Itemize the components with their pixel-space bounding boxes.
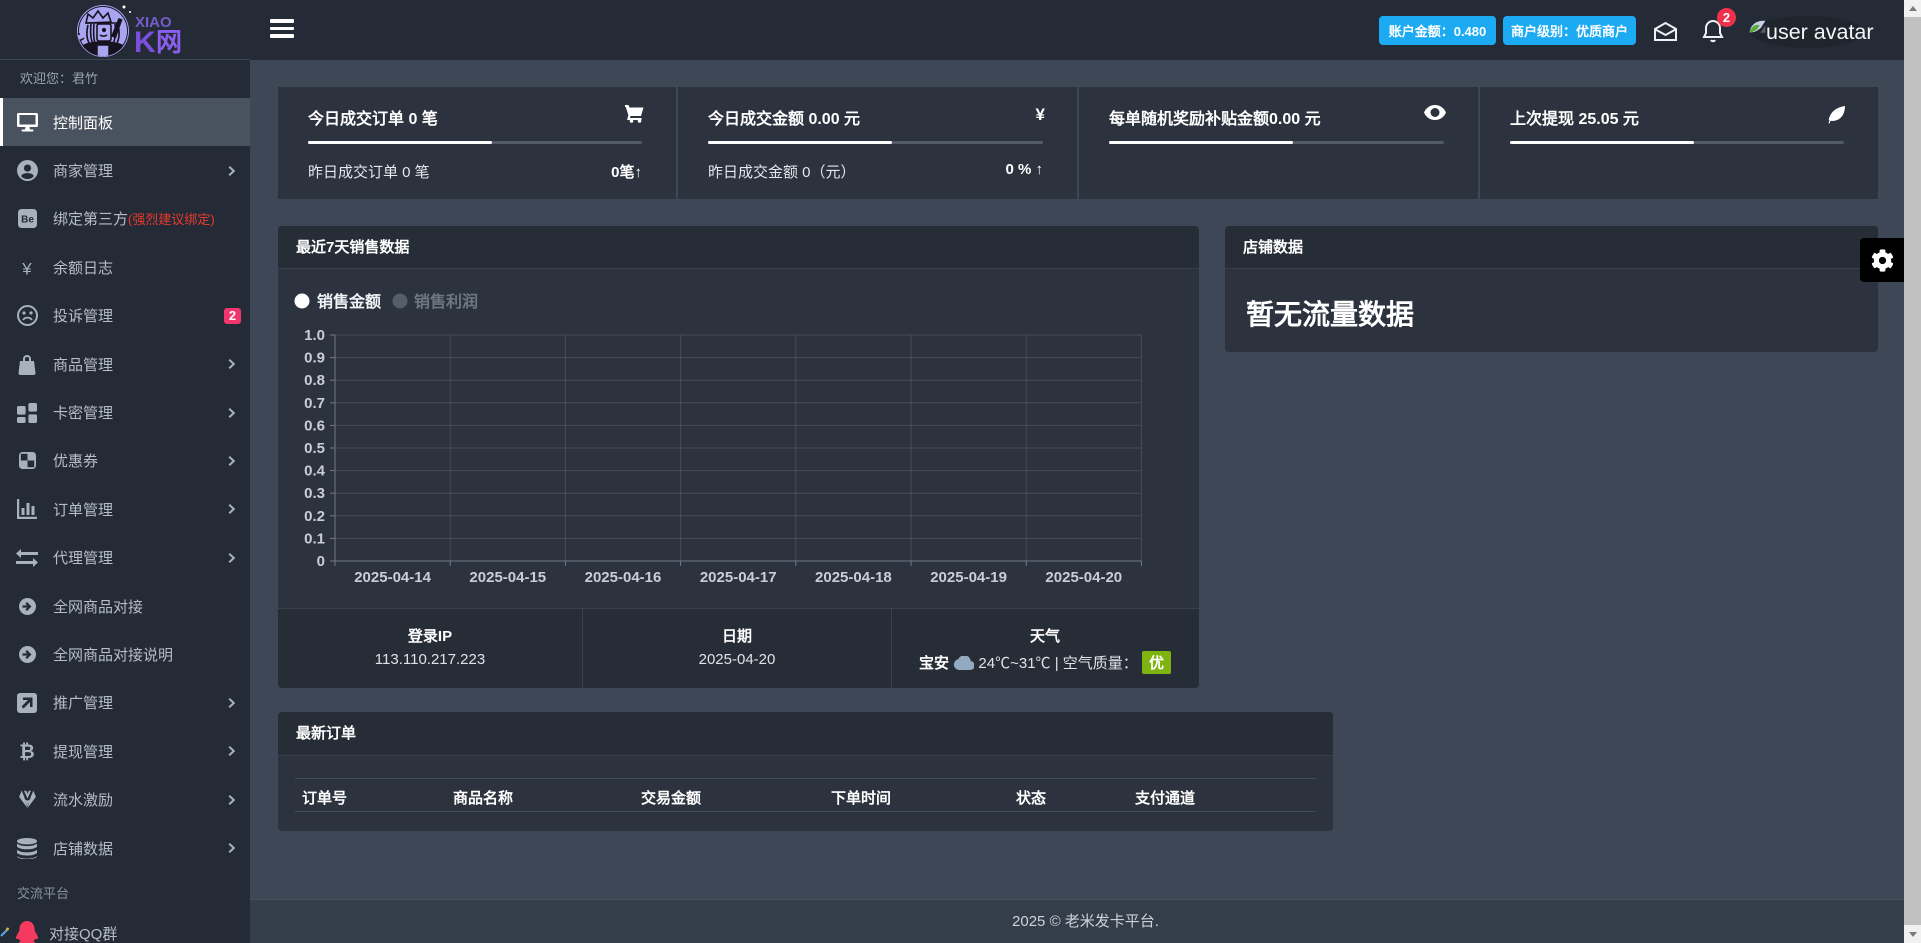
svg-text:2025-04-15: 2025-04-15 <box>469 569 546 586</box>
svg-text:0: 0 <box>317 553 325 570</box>
svg-text:0.1: 0.1 <box>304 530 325 547</box>
svg-text:0.2: 0.2 <box>304 508 325 525</box>
svg-text:0.7: 0.7 <box>304 395 325 412</box>
svg-text:1.0: 1.0 <box>304 327 325 344</box>
svg-text:K: K <box>134 26 156 59</box>
svg-text:2025-04-19: 2025-04-19 <box>930 569 1007 586</box>
svg-text:Be: Be <box>21 215 34 226</box>
svg-text:0.3: 0.3 <box>304 485 325 502</box>
svg-text:2025-04-14: 2025-04-14 <box>354 569 431 586</box>
svg-text:销售利润: 销售利润 <box>414 292 478 311</box>
svg-text:2025-04-17: 2025-04-17 <box>700 569 777 586</box>
svg-text:2025-04-18: 2025-04-18 <box>815 569 892 586</box>
svg-text:0.6: 0.6 <box>304 417 325 434</box>
svg-text:₿: ₿ <box>19 742 34 762</box>
svg-text:¥: ¥ <box>21 259 32 277</box>
svg-text:0.4: 0.4 <box>304 463 326 480</box>
svg-text:网: 网 <box>156 27 182 57</box>
svg-text:销售金额: 销售金额 <box>317 292 381 311</box>
svg-text:2025-04-16: 2025-04-16 <box>585 569 662 586</box>
svg-text:0.9: 0.9 <box>304 350 325 367</box>
svg-text:0.5: 0.5 <box>304 440 325 457</box>
svg-text:2025-04-20: 2025-04-20 <box>1045 569 1122 586</box>
svg-text:0.8: 0.8 <box>304 372 325 389</box>
